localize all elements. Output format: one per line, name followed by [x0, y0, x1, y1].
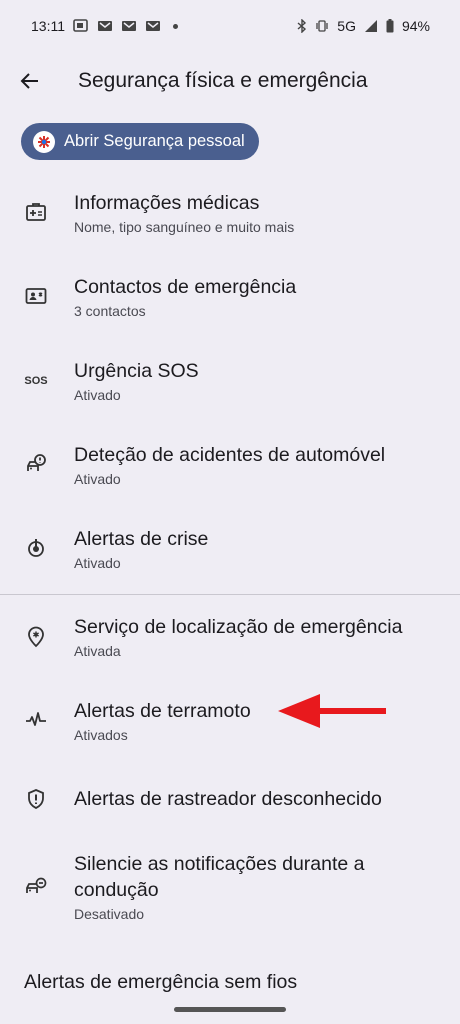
open-personal-safety-label: Abrir Segurança pessoal [64, 132, 245, 150]
list-item-emergency-contacts[interactable]: Contactos de emergência 3 contactos [0, 254, 460, 338]
bluetooth-icon [297, 19, 307, 33]
battery-percent: 94% [401, 18, 430, 34]
message-notification-icon [122, 21, 136, 31]
item-subtitle: Nome, tipo sanguíneo e muito mais [74, 218, 295, 235]
status-bar: 13:11 5G 94% [0, 0, 460, 52]
battery-icon [386, 19, 394, 33]
status-left: 13:11 [31, 18, 178, 34]
list-item-car-crash-detection[interactable]: Deteção de acidentes de automóvel Ativad… [0, 422, 460, 506]
item-title: Informações médicas [74, 191, 260, 214]
network-type: 5G [337, 18, 356, 34]
list-item-emergency-sos[interactable]: SOS Urgência SOS Ativado [0, 338, 460, 422]
list-item-emergency-location-service[interactable]: Serviço de localização de emergência Ati… [0, 595, 460, 678]
list-item-crisis-alerts[interactable]: Alertas de crise Ativado [0, 506, 460, 590]
status-right: 5G 94% [297, 18, 430, 34]
item-subtitle: Ativados [74, 726, 128, 743]
car-crash-icon [22, 450, 50, 478]
item-title: Serviço de localização de emergência [74, 616, 403, 638]
screenshot-notification-icon [73, 19, 88, 32]
item-subtitle: Ativada [74, 643, 121, 659]
medical-id-icon [22, 198, 50, 226]
item-title-line1: Silencie as notificações durante a [74, 852, 365, 875]
list-item-unknown-tracker-alerts[interactable]: Alertas de rastreador desconhecido [0, 762, 460, 836]
item-title: Urgência SOS [74, 359, 199, 382]
item-title: Deteção de acidentes de automóvel [74, 443, 386, 466]
item-title: Alertas de crise [74, 527, 209, 550]
signal-icon [364, 20, 377, 32]
contact-card-icon [22, 282, 50, 310]
vibrate-icon [316, 20, 328, 32]
item-title: Contactos de emergência [74, 275, 297, 298]
more-notifications-dot-icon [173, 23, 178, 29]
list-item-medical-info[interactable]: Informações médicas Nome, tipo sanguíneo… [0, 170, 460, 254]
item-subtitle: 3 contactos [74, 302, 146, 319]
driving-mute-icon [22, 872, 50, 900]
arrow-back-icon [20, 73, 38, 89]
item-title: Alertas de emergência sem fios [24, 970, 298, 993]
app-bar: Segurança física e emergência [0, 52, 460, 110]
item-subtitle: Ativado [74, 470, 121, 487]
open-personal-safety-button[interactable]: Abrir Segurança pessoal [21, 123, 259, 160]
personal-safety-chip-wrap: Abrir Segurança pessoal [21, 123, 259, 160]
item-title: Alertas de rastreador desconhecido [74, 788, 382, 810]
item-subtitle: Ativado [74, 554, 121, 571]
item-subtitle: Desativado [74, 905, 145, 922]
item-subtitle: Ativado [74, 386, 121, 403]
page-title: Segurança física e emergência [78, 69, 368, 92]
home-indicator[interactable] [174, 1007, 286, 1012]
personal-safety-icon [33, 130, 55, 153]
red-arrow-annotation-icon [278, 694, 386, 728]
settings-list: Informações médicas Nome, tipo sanguíneo… [0, 170, 460, 1024]
shield-alert-icon [22, 785, 50, 813]
sos-icon: SOS [22, 366, 50, 394]
message-notification-icon-2 [146, 21, 160, 31]
emergency-location-icon [22, 623, 50, 651]
dnd-calendar-notification-icon [98, 21, 112, 31]
earthquake-icon [22, 706, 50, 734]
list-item-earthquake-alerts[interactable]: Alertas de terramoto Ativados [0, 678, 460, 762]
back-button[interactable] [8, 59, 52, 103]
svg-text:SOS: SOS [24, 375, 47, 387]
crisis-alert-icon [22, 534, 50, 562]
item-title: Alertas de terramoto [74, 699, 251, 722]
item-title-line2: condução [74, 878, 159, 901]
list-item-driving-silence[interactable]: Silencie as notificações durante a condu… [0, 836, 460, 936]
clock: 13:11 [31, 18, 65, 34]
